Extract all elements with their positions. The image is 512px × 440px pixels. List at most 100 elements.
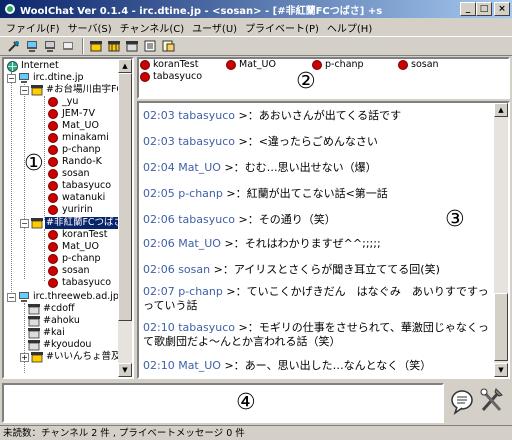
tree-node-channel[interactable]: #cdoff (28, 303, 76, 315)
part-channel-icon[interactable] (124, 38, 140, 54)
toolbar (0, 36, 512, 56)
msg-nick: tabasyuco (178, 109, 235, 122)
scroll-up-icon[interactable]: ▲ (118, 59, 132, 73)
tree-node-channel[interactable]: #kyoudou (28, 339, 92, 351)
msg-time: 02:10 (143, 321, 175, 334)
member-label: tabasyuco (153, 71, 203, 82)
tree-user[interactable]: yuririn (48, 204, 94, 216)
annotation-4: ④ (236, 390, 256, 415)
msg-time: 02:05 (143, 187, 175, 200)
server-list-icon[interactable] (42, 38, 58, 54)
speech-bubble-icon[interactable] (449, 388, 475, 416)
menu-help[interactable]: ヘルプ(H) (323, 20, 376, 35)
tree-user[interactable]: Mat_UO (48, 120, 100, 132)
member-item[interactable]: koranTest (140, 59, 198, 70)
server-icon[interactable] (24, 38, 40, 54)
channel-icon (28, 327, 40, 339)
tree-user[interactable]: p-chanp (48, 144, 102, 156)
disconnect-icon[interactable] (60, 38, 76, 54)
tree-node-channel[interactable]: − #お台場川由宇FC (20, 84, 118, 96)
member-item[interactable]: sosan (398, 59, 439, 70)
tree-label: JEM-7V (62, 108, 95, 119)
connect-icon[interactable] (6, 38, 22, 54)
computer-icon (18, 291, 30, 303)
tree-user[interactable]: Mat_UO (48, 241, 100, 253)
tree-user[interactable]: tabasyuco (48, 277, 112, 289)
msg-time: 02:03 (143, 109, 175, 122)
user-icon (48, 266, 58, 276)
tree-label: #kyoudou (43, 339, 92, 350)
message-input[interactable] (4, 385, 442, 421)
member-item[interactable]: Mat_UO (226, 59, 276, 70)
tree-node-channel-selected[interactable]: − #非紅蘭FCつばさ (20, 217, 118, 229)
expand-icon[interactable]: + (20, 352, 29, 362)
user-icon (48, 97, 58, 107)
list-icon[interactable] (142, 38, 158, 54)
msg-time: 02:06 (143, 263, 175, 276)
join-channel-icon[interactable] (88, 38, 104, 54)
tree-user[interactable]: watanuki (48, 192, 106, 204)
tree-node-server[interactable]: − irc.threeweb.ad.jp (7, 291, 118, 303)
msg-time: 02:06 (143, 237, 175, 250)
channel-icon (31, 351, 43, 363)
channel-icon (28, 303, 40, 315)
msg-text: その通り（笑） (258, 213, 336, 226)
member-label: Mat_UO (239, 59, 276, 70)
chat-message: 02:03 tabasyuco >：<違ったらごめんなさい (143, 135, 378, 148)
user-icon (48, 278, 58, 288)
member-item[interactable]: tabasyuco (140, 71, 202, 82)
chat-log: 02:03 tabasyuco >：あおいさんが出てくる話です 02:03 ta… (137, 101, 510, 379)
member-label: p-chanp (325, 59, 364, 70)
chat-message: 02:07 p-chanp >：ていこくかげきだん はなぐみ あいりすですっ っ… (143, 285, 494, 313)
notes-icon[interactable] (160, 38, 176, 54)
scroll-up-icon[interactable]: ▲ (494, 103, 508, 117)
tree-user[interactable]: JEM-7V (48, 108, 96, 120)
menu-server[interactable]: サーバ(S) (64, 20, 116, 35)
tree-user[interactable]: _yu (48, 96, 79, 108)
maximize-button[interactable]: □ (476, 2, 492, 16)
scroll-thumb[interactable] (494, 293, 508, 361)
tree-node-internet[interactable]: Internet (6, 60, 60, 72)
collapse-icon[interactable]: − (20, 85, 29, 95)
menu-channel[interactable]: チャンネル(C) (116, 20, 189, 35)
user-icon (48, 169, 58, 179)
user-icon (48, 145, 58, 155)
collapse-icon[interactable]: − (7, 292, 16, 302)
tree-user[interactable]: sosan (48, 168, 91, 180)
tree-node-server[interactable]: − irc.dtine.jp (7, 72, 85, 84)
tools-icon[interactable] (479, 386, 505, 414)
scroll-down-icon[interactable]: ▼ (118, 363, 132, 377)
tree-user[interactable]: sosan (48, 265, 91, 277)
scroll-down-icon[interactable]: ▼ (494, 363, 508, 377)
member-label: sosan (411, 59, 439, 70)
tree-node-channel[interactable]: #ahoku (28, 315, 81, 327)
scroll-thumb[interactable] (118, 73, 132, 321)
annotation-3: ③ (445, 207, 465, 232)
tree-label: p-chanp (62, 144, 101, 155)
member-item[interactable]: p-chanp (312, 59, 364, 70)
app-icon (3, 2, 17, 16)
tree-user[interactable]: tabasyuco (48, 180, 112, 192)
collapse-icon[interactable]: − (20, 218, 29, 228)
chat-message: 02:10 tabasyuco >：モギリの仕事をさせられて、華激団じゃなくって… (143, 321, 489, 348)
menu-user[interactable]: ユーザ(U) (188, 20, 241, 35)
user-icon (48, 181, 58, 191)
tree-user[interactable]: minakami (48, 132, 110, 144)
tree-node-channel[interactable]: + #いいんちょ普及委 (20, 351, 118, 363)
tree-user[interactable]: Rando-K (48, 156, 103, 168)
member-label: koranTest (153, 59, 199, 70)
tree-user[interactable]: p-chanp (48, 253, 102, 265)
minimize-button[interactable]: _ (460, 2, 476, 16)
chat-scrollbar[interactable]: ▲ ▼ (494, 103, 508, 377)
close-button[interactable]: × (494, 2, 510, 16)
tree-label: #kai (43, 327, 65, 338)
menu-private[interactable]: プライベート(P) (241, 20, 323, 35)
collapse-icon[interactable]: − (7, 73, 16, 83)
tree-label: Rando-K (62, 156, 102, 167)
channel-icon[interactable] (106, 38, 122, 54)
channel-icon (28, 339, 40, 351)
tree-scrollbar[interactable]: ▲ ▼ (118, 59, 132, 377)
tree-node-channel[interactable]: #kai (28, 327, 66, 339)
tree-user[interactable]: koranTest (48, 229, 108, 241)
menu-file[interactable]: ファイル(F) (2, 20, 64, 35)
